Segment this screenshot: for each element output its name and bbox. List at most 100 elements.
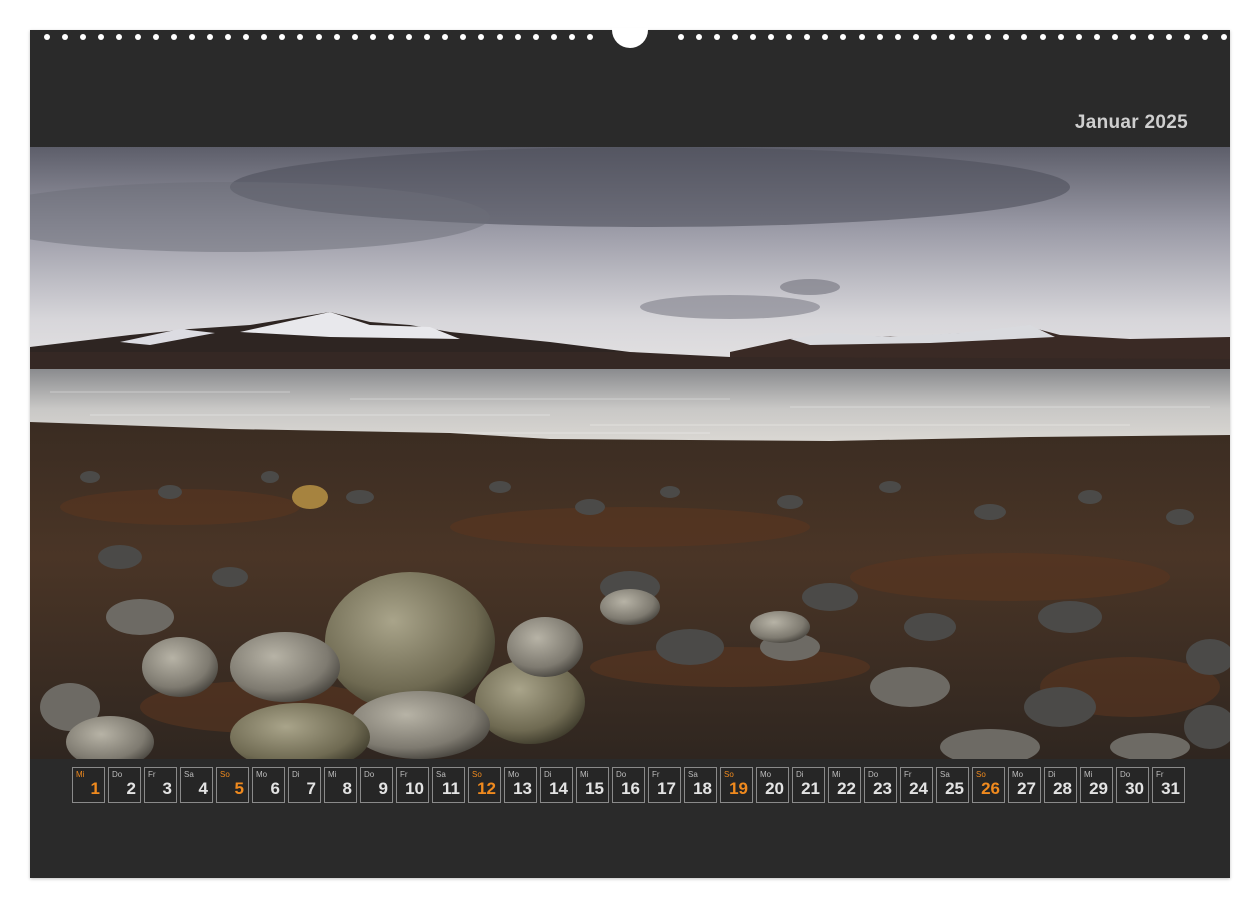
binding-hole <box>1093 34 1100 40</box>
binding-hole <box>496 34 503 40</box>
weekday-label: Mo <box>256 770 268 779</box>
weekday-label: Do <box>616 770 627 779</box>
binding-hole <box>1202 34 1209 40</box>
day-number: 22 <box>837 779 856 798</box>
binding-hole <box>713 34 720 40</box>
weekday-label: Sa <box>688 770 698 779</box>
day-cell: Sa 4 <box>180 767 213 803</box>
day-number: 28 <box>1053 779 1072 798</box>
day-cell: Di 14 <box>540 767 573 803</box>
day-number: 19 <box>729 779 748 798</box>
day-cell: Mo 27 <box>1008 767 1041 803</box>
binding-hole <box>98 34 105 40</box>
day-cell: Fr 10 <box>396 767 429 803</box>
binding-hole <box>1111 34 1118 40</box>
day-number: 4 <box>198 779 208 798</box>
binding-hole <box>1166 34 1173 40</box>
day-cell: Do 16 <box>612 767 645 803</box>
binding-hole <box>62 34 69 40</box>
weekday-label: Do <box>868 770 879 779</box>
binding-hole <box>967 34 974 40</box>
binding-hole <box>1184 34 1191 40</box>
day-cell: So 19 <box>720 767 753 803</box>
weekday-label: Di <box>544 770 552 779</box>
day-number: 30 <box>1125 779 1144 798</box>
weekday-label: Di <box>796 770 804 779</box>
binding-hole <box>985 34 992 40</box>
day-number: 23 <box>873 779 892 798</box>
day-number: 31 <box>1161 779 1180 798</box>
day-number: 16 <box>621 779 640 798</box>
weekday-label: So <box>976 770 986 779</box>
day-cell: Fr 17 <box>648 767 681 803</box>
weekday-label: So <box>220 770 230 779</box>
day-cell: Mo 13 <box>504 767 537 803</box>
binding-hole <box>695 34 702 40</box>
day-cell: Mo 20 <box>756 767 789 803</box>
day-number: 24 <box>909 779 928 798</box>
binding-hole <box>587 34 593 40</box>
day-cell: Fr 24 <box>900 767 933 803</box>
day-number: 17 <box>657 779 676 798</box>
binding-hole <box>351 34 358 40</box>
binding-hole <box>333 34 340 40</box>
binding-hole <box>568 34 575 40</box>
day-number: 11 <box>442 779 460 798</box>
weekday-label: Mi <box>832 770 841 779</box>
spiral-binding <box>30 28 1230 48</box>
weekday-label: Di <box>292 770 300 779</box>
weekday-label: Mo <box>1012 770 1024 779</box>
weekday-label: Sa <box>940 770 950 779</box>
day-cell: Di 28 <box>1044 767 1077 803</box>
day-cell: Sa 18 <box>684 767 717 803</box>
binding-hole <box>442 34 449 40</box>
binding-hole <box>478 34 485 40</box>
binding-hole <box>387 34 394 40</box>
day-cell: Di 21 <box>792 767 825 803</box>
day-number: 2 <box>126 779 136 798</box>
binding-hole <box>297 34 304 40</box>
binding-hole <box>749 34 756 40</box>
calendar-page: Januar 2025 Mi 1 Do 2 Fr 3 Sa 4 So 5 Mo … <box>30 28 1230 878</box>
weekday-label: Fr <box>148 770 156 779</box>
day-cell: Mo 6 <box>252 767 285 803</box>
day-number: 27 <box>1017 779 1036 798</box>
day-cell: Mi 15 <box>576 767 609 803</box>
day-cell: So 12 <box>468 767 501 803</box>
day-cell: Mi 22 <box>828 767 861 803</box>
binding-hole <box>225 34 231 40</box>
weekday-label: Sa <box>184 770 194 779</box>
binding-hole <box>532 34 539 40</box>
binding-hole <box>1003 34 1010 40</box>
day-number: 1 <box>90 779 100 798</box>
binding-hole <box>424 34 431 40</box>
binding-hole <box>1021 34 1028 40</box>
weekday-label: Mi <box>328 770 337 779</box>
day-number: 14 <box>549 779 568 798</box>
weekday-label: Fr <box>652 770 660 779</box>
day-number: 6 <box>270 779 280 798</box>
binding-hole <box>134 34 141 40</box>
day-cell: Sa 11 <box>432 767 465 803</box>
binding-hole <box>1039 34 1046 40</box>
binding-hole <box>243 34 250 40</box>
weekday-label: Fr <box>904 770 912 779</box>
weekday-label: Mi <box>1084 770 1093 779</box>
day-cell: Di 7 <box>288 767 321 803</box>
binding-hole <box>1075 34 1082 40</box>
weekday-label: Fr <box>1156 770 1164 779</box>
binding-hole <box>406 34 412 40</box>
binding-hole <box>206 34 213 40</box>
weekday-label: Di <box>1048 770 1056 779</box>
day-number: 25 <box>945 779 964 798</box>
binding-hole <box>460 34 467 40</box>
day-cell: Mi 8 <box>324 767 357 803</box>
day-number: 5 <box>234 779 244 798</box>
hanger-notch <box>612 28 648 48</box>
binding-hole <box>1057 34 1064 40</box>
binding-hole <box>768 34 774 40</box>
month-title: Januar 2025 <box>1074 112 1188 133</box>
binding-hole <box>731 34 738 40</box>
binding-hole <box>840 34 847 40</box>
binding-hole <box>152 34 159 40</box>
